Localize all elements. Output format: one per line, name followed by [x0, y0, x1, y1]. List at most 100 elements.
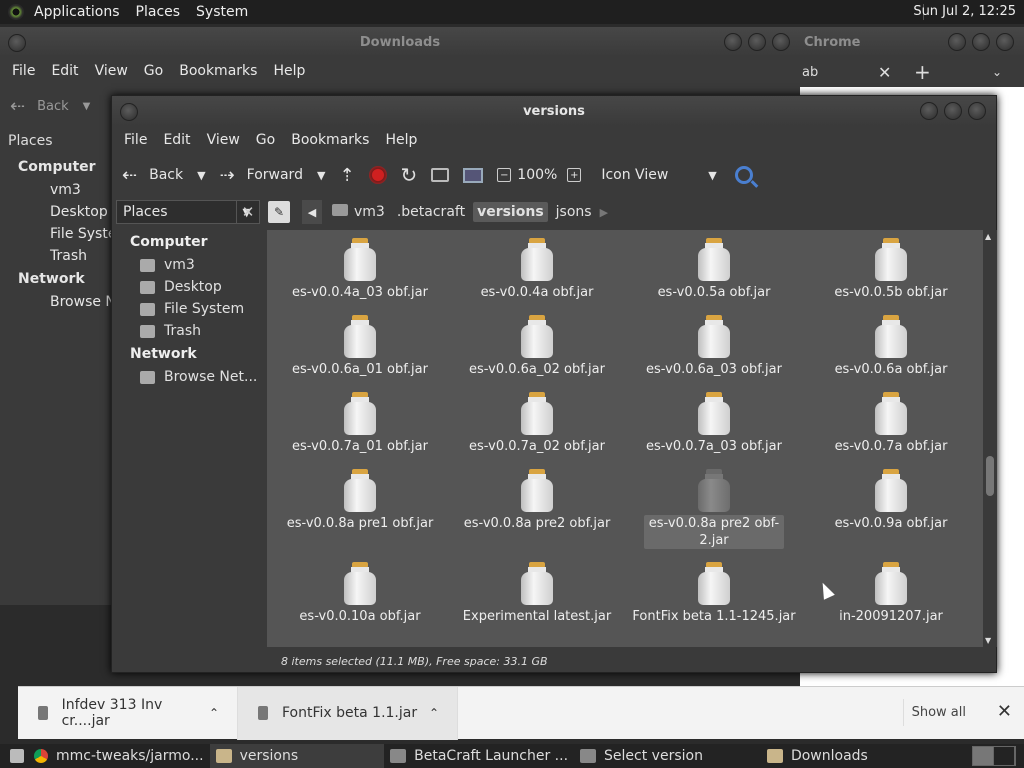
file-item[interactable]: Experimental latest.jar — [462, 562, 612, 625]
file-item[interactable]: es-v0.0.7a obf.jar — [816, 392, 966, 455]
file-item[interactable]: es-v0.0.9a obf.jar — [816, 469, 966, 532]
file-item[interactable]: es-v0.0.10a obf.jar — [285, 562, 435, 625]
file-item[interactable]: es-v0.0.4a obf.jar — [462, 238, 612, 301]
minimize-button[interactable] — [948, 33, 966, 51]
file-item[interactable]: es-v0.0.7a_02 obf.jar — [462, 392, 612, 455]
file-item[interactable]: es-v0.0.7a_03 obf.jar — [639, 392, 789, 455]
file-item[interactable]: es-v0.0.5b obf.jar — [816, 238, 966, 301]
breadcrumb-vm3[interactable]: vm3 — [328, 202, 389, 222]
file-item[interactable]: es-v0.0.8a pre1 obf.jar — [285, 469, 435, 532]
menu-view[interactable]: View — [199, 132, 248, 148]
file-item[interactable]: es-v0.0.6a_01 obf.jar — [285, 315, 435, 378]
places-combo[interactable]: Places — [0, 127, 112, 155]
download-item[interactable]: Infdev 313 Inv cr....jar ⌃ — [18, 686, 238, 740]
sidebar-item-browse-network[interactable]: Browse Ne — [0, 291, 125, 313]
taskbar-item-chrome[interactable]: mmc-tweaks/jarmo... — [4, 744, 210, 768]
view-mode-select[interactable]: Icon View ▼ — [601, 167, 716, 183]
file-item[interactable]: es-v0.0.8a pre2 obf.jar — [462, 469, 612, 532]
maximize-button[interactable] — [944, 102, 962, 120]
back-arrow-icon[interactable]: ⇠ — [10, 96, 25, 117]
menu-bookmarks[interactable]: Bookmarks — [283, 132, 377, 148]
search-button[interactable] — [734, 166, 753, 184]
scroll-down-icon[interactable]: ▼ — [985, 636, 991, 645]
chevron-up-icon[interactable]: ⌃ — [429, 706, 439, 720]
stop-button[interactable] — [368, 166, 387, 184]
file-item[interactable]: FontFix beta 1.1-1245.jar — [632, 562, 796, 625]
breadcrumb-versions[interactable]: versions — [473, 202, 548, 222]
close-button[interactable] — [996, 33, 1014, 51]
computer-button[interactable] — [463, 167, 484, 183]
back-button[interactable]: ⇠ Back ▼ — [122, 165, 206, 186]
taskbar-item-betacraft[interactable]: BetaCraft Launcher ... — [384, 744, 574, 768]
scrollbar-thumb[interactable] — [986, 456, 994, 496]
chevron-up-icon[interactable]: ⌃ — [209, 706, 219, 720]
back-dropdown-icon[interactable]: ▼ — [197, 169, 205, 182]
sidebar-item-trash[interactable]: Trash — [112, 320, 266, 342]
zoom-control[interactable]: − 100% + — [497, 167, 587, 183]
sidebar-item-filesystem[interactable]: File System — [112, 298, 266, 320]
places-menu[interactable]: Places — [128, 4, 189, 20]
system-menu[interactable]: System — [188, 4, 256, 20]
versions-titlebar[interactable]: versions — [112, 96, 996, 126]
edit-location-icon[interactable]: ✎ — [268, 201, 290, 223]
menu-bookmarks[interactable]: Bookmarks — [171, 63, 265, 79]
menu-help[interactable]: Help — [265, 63, 313, 79]
menu-view[interactable]: View — [87, 63, 136, 79]
sidebar-item-vm3[interactable]: vm3 — [0, 179, 112, 201]
menu-go[interactable]: Go — [136, 63, 171, 79]
tab-title[interactable]: ab — [802, 65, 818, 80]
download-item[interactable]: FontFix beta 1.1.jar ⌃ — [238, 686, 458, 740]
close-sidebar-icon[interactable]: ✕ — [236, 200, 260, 224]
breadcrumb-left-icon[interactable]: ◀ — [302, 200, 322, 224]
file-item[interactable]: es-v0.0.4a_03 obf.jar — [285, 238, 435, 301]
file-item[interactable]: es-v0.0.6a obf.jar — [816, 315, 966, 378]
close-tab-icon[interactable]: ✕ — [878, 63, 891, 82]
minimize-button[interactable] — [724, 33, 742, 51]
file-item[interactable]: es-v0.0.8a pre2 obf-2.jar — [639, 469, 789, 549]
sidebar-item-desktop[interactable]: Desktop — [0, 201, 112, 223]
back-dropdown-icon[interactable]: ▼ — [83, 101, 91, 112]
close-icon[interactable]: ✕ — [997, 701, 1012, 722]
zoom-in-icon[interactable]: + — [567, 168, 582, 182]
file-item[interactable]: es-v0.0.5a obf.jar — [639, 238, 789, 301]
downloads-titlebar[interactable]: Downloads — [0, 27, 800, 57]
breadcrumb-right-icon[interactable]: ▶ — [600, 206, 608, 219]
taskbar-item-versions[interactable]: versions — [209, 744, 385, 768]
clock[interactable]: Sun Jul 2, 12:25 — [913, 4, 1016, 19]
sidebar-item-browse-network[interactable]: Browse Net... — [112, 366, 266, 388]
vertical-scrollbar[interactable]: ▲ ▼ — [983, 230, 997, 647]
maximize-button[interactable] — [972, 33, 990, 51]
chevron-down-icon[interactable]: ⌄ — [992, 65, 1002, 79]
menu-file[interactable]: File — [4, 63, 43, 79]
maximize-button[interactable] — [748, 33, 766, 51]
sidebar-item-filesystem[interactable]: File Syster — [0, 223, 122, 245]
breadcrumb-jsons[interactable]: jsons — [552, 202, 596, 222]
applications-menu[interactable]: Applications — [26, 4, 128, 20]
menu-file[interactable]: File — [116, 132, 155, 148]
close-button[interactable] — [968, 102, 986, 120]
file-item[interactable]: es-v0.0.7a_01 obf.jar — [285, 392, 435, 455]
forward-button[interactable]: ⇢ Forward ▼ — [220, 165, 326, 186]
menu-edit[interactable]: Edit — [43, 63, 86, 79]
reload-button[interactable]: ↻ — [401, 163, 418, 187]
view-mode-dropdown-icon[interactable]: ▼ — [708, 169, 716, 182]
scroll-up-icon[interactable]: ▲ — [985, 232, 991, 241]
back-button[interactable]: Back — [37, 99, 69, 114]
taskbar-item-downloads[interactable]: Downloads — [761, 744, 874, 768]
file-view[interactable]: es-v0.0.4a_03 obf.jar es-v0.0.4a obf.jar e… — [267, 230, 983, 647]
zoom-out-icon[interactable]: − — [497, 168, 512, 182]
show-all-button[interactable]: Show all — [902, 699, 974, 726]
minimize-button[interactable] — [920, 102, 938, 120]
window-menu-button[interactable] — [120, 103, 138, 121]
up-button[interactable]: ⇡ — [339, 165, 354, 186]
menu-go[interactable]: Go — [248, 132, 283, 148]
forward-dropdown-icon[interactable]: ▼ — [317, 169, 325, 182]
file-item[interactable]: in-20091207.jar — [816, 562, 966, 625]
window-menu-button[interactable] — [8, 34, 26, 52]
applications-logo-icon[interactable] — [8, 4, 24, 20]
sidebar-item-vm3[interactable]: vm3 — [112, 254, 266, 276]
chrome-titlebar[interactable]: Chrome — [800, 27, 1024, 57]
new-tab-icon[interactable]: + — [914, 60, 931, 84]
file-item[interactable]: es-v0.0.6a_02 obf.jar — [462, 315, 612, 378]
sidebar-item-desktop[interactable]: Desktop — [112, 276, 266, 298]
